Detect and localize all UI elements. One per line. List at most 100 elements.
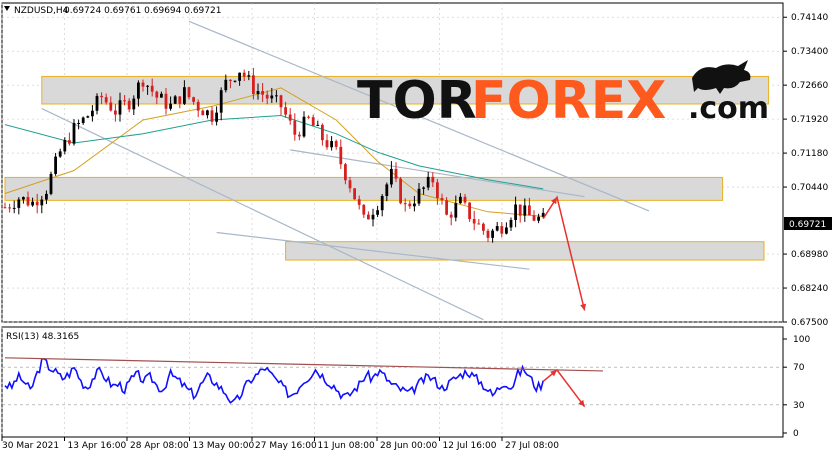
candle-body bbox=[137, 82, 140, 99]
candle-body bbox=[192, 97, 195, 102]
candle-body bbox=[463, 196, 467, 203]
candle-body bbox=[477, 223, 481, 225]
candle-body bbox=[491, 230, 494, 238]
candle-body bbox=[436, 182, 439, 198]
price-tick-label: 0.68980 bbox=[791, 250, 828, 260]
price-chart[interactable]: TOR FOREX .com 0.74140 0.73400 0.72660 0.71… bbox=[0, 0, 834, 456]
rsi-title: RSI(13) 48.3165 bbox=[6, 332, 79, 342]
candle-body bbox=[49, 173, 53, 194]
candle-body bbox=[528, 205, 531, 216]
candle-body bbox=[440, 197, 444, 201]
time-tick-label: 27 Jul 08:00 bbox=[505, 441, 559, 451]
candle-body bbox=[233, 80, 237, 82]
candle-body bbox=[495, 226, 499, 231]
candle-body bbox=[261, 90, 264, 95]
candle-body bbox=[81, 117, 85, 123]
candle-body bbox=[118, 100, 122, 115]
candle-body bbox=[8, 207, 11, 209]
candle-body bbox=[284, 107, 287, 115]
candle-body bbox=[390, 168, 393, 185]
candle-body bbox=[40, 199, 44, 206]
candle-body bbox=[505, 227, 508, 234]
current-price-value: 0.69721 bbox=[789, 220, 826, 230]
candle-body bbox=[311, 117, 315, 126]
candle-body bbox=[422, 187, 425, 189]
candle-body bbox=[348, 180, 352, 189]
candle-body bbox=[298, 134, 301, 137]
candle-body bbox=[445, 200, 448, 215]
candle-body bbox=[509, 219, 513, 228]
candle-body bbox=[537, 216, 540, 221]
candle-body bbox=[104, 97, 108, 103]
candle-body bbox=[307, 116, 310, 118]
candle-body bbox=[523, 205, 527, 216]
candle-body bbox=[321, 124, 324, 141]
candle-body bbox=[173, 96, 177, 104]
candle-body bbox=[330, 141, 333, 148]
candle-body bbox=[334, 141, 338, 147]
candle-body bbox=[150, 85, 154, 92]
candle-body bbox=[196, 101, 200, 111]
ohlc-values: 0.69724 0.69761 0.69694 0.69721 bbox=[64, 6, 221, 16]
candle-body bbox=[132, 98, 136, 110]
rsi-tick-label: 30 bbox=[793, 401, 805, 411]
candle-body bbox=[344, 164, 347, 181]
price-tick-label: 0.71920 bbox=[791, 115, 828, 125]
candle-body bbox=[518, 204, 522, 216]
candle-body bbox=[109, 102, 113, 111]
price-tick-label: 0.74140 bbox=[791, 13, 828, 23]
price-tick-label: 0.67500 bbox=[791, 318, 828, 328]
candle-body bbox=[362, 204, 366, 215]
candle-body bbox=[367, 214, 370, 220]
candle-body bbox=[302, 116, 306, 137]
candle-body bbox=[252, 75, 255, 95]
candle-body bbox=[141, 82, 145, 87]
candle-body bbox=[31, 201, 34, 206]
time-tick-label: 28 Jun 00:00 bbox=[380, 441, 437, 451]
candle-body bbox=[380, 195, 384, 211]
rsi-tick-label: 100 bbox=[793, 335, 810, 345]
candle-body bbox=[413, 203, 416, 207]
logo-part-tor: TOR bbox=[357, 71, 477, 131]
price-tick-label: 0.70440 bbox=[791, 183, 828, 193]
candle-body bbox=[376, 210, 379, 215]
candle-body bbox=[265, 94, 269, 99]
candle-body bbox=[482, 223, 485, 231]
torforex-logo: TOR FOREX .com bbox=[357, 60, 769, 131]
candle-body bbox=[371, 214, 375, 220]
candle-body bbox=[288, 114, 292, 121]
candle-body bbox=[224, 79, 228, 91]
candle-body bbox=[468, 202, 471, 220]
candle-body bbox=[68, 140, 71, 144]
candle-body bbox=[215, 112, 218, 122]
candle-body bbox=[403, 203, 407, 205]
candle-body bbox=[238, 72, 241, 81]
candle-body bbox=[242, 72, 246, 77]
candle-body bbox=[357, 199, 361, 205]
candle-body bbox=[3, 207, 7, 209]
symbol-label: NZDUSD,H4 bbox=[14, 6, 69, 16]
price-tick-label: 0.71180 bbox=[791, 149, 828, 159]
candle-body bbox=[160, 93, 163, 98]
candle-body bbox=[486, 230, 490, 238]
price-tick-label: 0.73400 bbox=[791, 47, 828, 57]
candle-body bbox=[123, 100, 126, 102]
candle-body bbox=[91, 110, 94, 117]
candle-body bbox=[100, 95, 103, 98]
candle-body bbox=[408, 203, 412, 207]
candle-body bbox=[394, 168, 398, 179]
current-price-label: 0.69721 bbox=[784, 217, 832, 230]
candle-body bbox=[353, 188, 356, 200]
candle-body bbox=[325, 140, 329, 148]
time-tick-label: 27 May 16:00 bbox=[255, 441, 317, 451]
candle-body bbox=[45, 193, 48, 200]
candle-body bbox=[385, 184, 389, 196]
candle-body bbox=[210, 110, 214, 122]
candle-body bbox=[201, 110, 205, 116]
candle-body bbox=[54, 156, 57, 174]
candle-body bbox=[22, 197, 25, 200]
candle-body bbox=[17, 199, 21, 208]
candle-body bbox=[454, 203, 458, 218]
candle-body bbox=[206, 110, 209, 116]
price-tick-label: 0.72660 bbox=[791, 81, 828, 91]
